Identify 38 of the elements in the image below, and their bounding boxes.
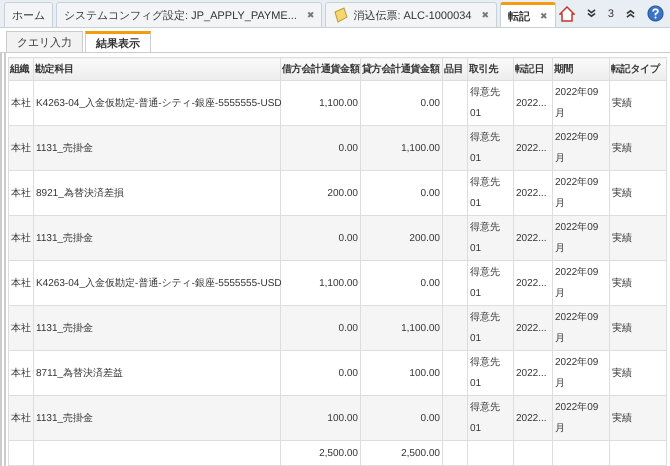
tab-label: システムコンフィグ設定: JP_APPLY_PAYME... <box>64 8 297 22</box>
tab[interactable]: ホーム <box>4 2 53 27</box>
tab[interactable]: 転記 ✖ <box>500 2 556 27</box>
column-header[interactable]: 貸方会計通貨金額 <box>360 58 442 80</box>
tab-label: ホーム <box>12 8 45 22</box>
table-cell: 本社 <box>8 396 34 440</box>
table-cell: 本社 <box>8 350 34 396</box>
column-header[interactable]: 転記日 <box>514 58 552 80</box>
double-chevron-down-icon[interactable] <box>586 9 596 18</box>
column-header[interactable]: 組織 <box>8 58 34 80</box>
table-cell: 本社 <box>8 216 34 260</box>
column-header[interactable]: 勘定科目 <box>34 58 280 80</box>
double-chevron-up-icon[interactable] <box>626 9 635 18</box>
column-header[interactable]: 借方会計通貨金額 <box>280 58 360 80</box>
home-icon[interactable] <box>558 6 575 22</box>
tab-label: 転記 <box>508 10 530 24</box>
help-icon[interactable] <box>647 5 664 22</box>
note-icon <box>333 7 350 23</box>
column-header[interactable]: 期間 <box>552 58 610 80</box>
tab-count: 3 <box>608 8 614 20</box>
close-icon[interactable]: ✖ <box>306 10 314 20</box>
table-cell: 本社 <box>8 260 34 306</box>
tab-label: 消込伝票: ALC-1000034 <box>353 8 472 22</box>
column-header[interactable]: 転記タイプ <box>610 58 666 80</box>
table-cell: 本社 <box>8 306 34 350</box>
close-icon[interactable]: ✖ <box>481 10 489 20</box>
tab[interactable]: 消込伝票: ALC-1000034 ✖ <box>325 2 497 27</box>
table-cell: 本社 <box>8 170 34 216</box>
tab[interactable]: 結果表示 <box>85 31 151 52</box>
column-header[interactable]: 品目 <box>442 58 468 80</box>
table-cell: 本社 <box>8 126 34 170</box>
total-cell: 2,500.00 <box>360 440 442 466</box>
total-cell: 2,500.00 <box>280 440 360 466</box>
tab[interactable]: クエリ入力 <box>6 31 83 52</box>
column-header[interactable]: 取引先 <box>468 58 514 80</box>
tab[interactable]: システムコンフィグ設定: JP_APPLY_PAYME... ✖ <box>56 2 322 27</box>
close-icon[interactable]: ✖ <box>540 10 548 22</box>
table-cell: 本社 <box>8 80 34 126</box>
